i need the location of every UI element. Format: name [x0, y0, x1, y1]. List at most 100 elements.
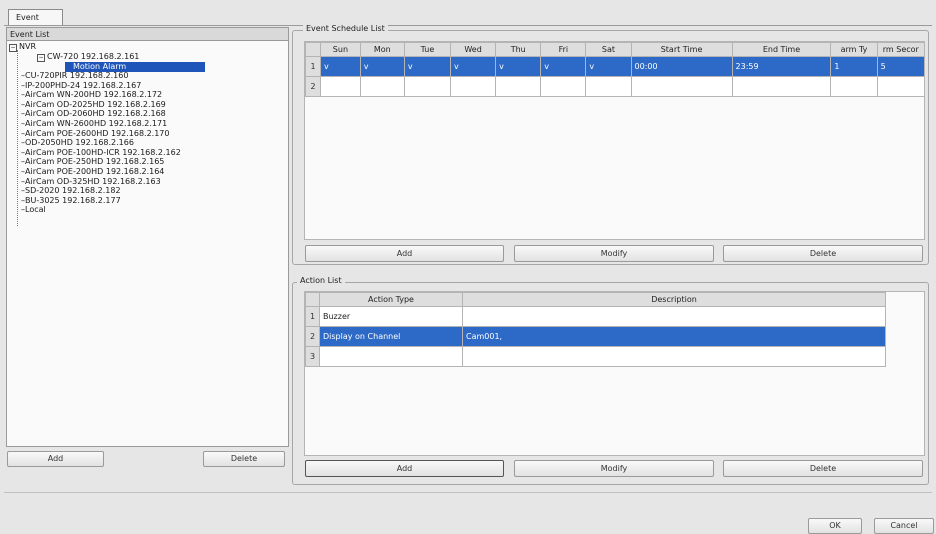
- tree-item-device[interactable]: –AirCam OD-2060HD 192.168.2.168: [21, 109, 166, 119]
- tree-item-device-label: Local: [25, 205, 46, 215]
- schedule-add-button[interactable]: Add: [305, 245, 504, 262]
- table-row[interactable]: 2: [304, 76, 926, 97]
- tab-divider: [4, 25, 932, 26]
- table-cell[interactable]: [462, 346, 886, 367]
- tree-item-device-label: AirCam POE-2600HD 192.168.2.170: [25, 128, 170, 138]
- tree-item-device-label: AirCam POE-200HD 192.168.2.164: [25, 167, 165, 176]
- column-header[interactable]: Fri: [540, 42, 587, 57]
- column-header[interactable]: Sat: [585, 42, 632, 57]
- cancel-button[interactable]: Cancel: [874, 518, 934, 534]
- tree-root-label: NVR: [19, 42, 37, 51]
- table-cell[interactable]: [319, 346, 463, 367]
- column-header[interactable]: Action Type: [319, 292, 463, 307]
- table-cell[interactable]: Cam001,: [462, 326, 886, 347]
- tree-item-device-label: AirCam WN-200HD 192.168.2.172: [25, 90, 163, 100]
- schedule-modify-button[interactable]: Modify: [514, 245, 714, 262]
- table-row[interactable]: 1 Buzzer: [305, 306, 886, 327]
- tree-item-device[interactable]: –AirCam OD-2025HD 192.168.2.169: [21, 100, 166, 110]
- action-add-button[interactable]: Add: [305, 460, 504, 477]
- table-cell[interactable]: Buzzer: [319, 306, 463, 327]
- row-number: 2: [305, 326, 320, 347]
- schedule-table: Sun Mon Tue Wed Thu Fri Sat Start Time End Time a…: [304, 42, 926, 97]
- schedule-delete-button[interactable]: Delete: [723, 245, 923, 262]
- table-cell[interactable]: v: [540, 56, 587, 77]
- tree-item-device[interactable]: –AirCam OD-325HD 192.168.2.163: [21, 177, 161, 187]
- row-number: 2: [304, 76, 322, 97]
- table-cell[interactable]: 23:59: [731, 56, 832, 77]
- tree-item-device[interactable]: –AirCam POE-250HD 192.168.2.165: [21, 157, 164, 167]
- event-list-header: Event List: [7, 28, 288, 41]
- table-cell[interactable]: [876, 76, 926, 97]
- table-cell[interactable]: [585, 76, 632, 97]
- action-table: Action Type Description 1 Buzzer 2 Display on…: [305, 292, 886, 367]
- row-number: 3: [305, 346, 320, 367]
- action-list-title: Action List: [297, 276, 345, 285]
- column-header[interactable]: Thu: [495, 42, 542, 57]
- tree-item-device[interactable]: –BU-3025 192.168.2.177: [21, 196, 121, 206]
- tree-item-device[interactable]: –OD-2050HD 192.168.2.166: [21, 138, 134, 148]
- row-number: 1: [304, 56, 322, 77]
- table-cell[interactable]: [731, 76, 832, 97]
- table-cell[interactable]: v: [495, 56, 542, 77]
- column-header[interactable]: Tue: [403, 42, 452, 57]
- table-cell[interactable]: v: [320, 56, 361, 77]
- table-row[interactable]: 2 Display on Channel Cam001,: [305, 326, 886, 347]
- tree-item-device[interactable]: –SD-2020 192.168.2.182: [21, 186, 121, 196]
- tree-item-device[interactable]: –CU-720PIR 192.168.2.160: [21, 71, 128, 81]
- tree-item-device[interactable]: –AirCam WN-2600HD 192.168.2.171: [21, 119, 167, 129]
- tree-item-device-label: OD-2050HD 192.168.2.166: [25, 138, 134, 148]
- column-header[interactable]: Start Time: [630, 42, 733, 57]
- tab-event[interactable]: Event: [8, 9, 63, 26]
- column-header[interactable]: Wed: [450, 42, 497, 57]
- column-header[interactable]: Mon: [359, 42, 405, 57]
- table-cell[interactable]: [495, 76, 542, 97]
- event-add-button[interactable]: Add: [7, 451, 104, 467]
- action-modify-button[interactable]: Modify: [514, 460, 714, 477]
- tree-item-device[interactable]: –AirCam WN-200HD 192.168.2.172: [21, 90, 162, 100]
- table-cell[interactable]: v: [450, 56, 497, 77]
- table-cell[interactable]: 00:00: [630, 56, 733, 77]
- column-header[interactable]: End Time: [731, 42, 832, 57]
- table-corner: [305, 292, 320, 307]
- tree-item-device[interactable]: –IP-200PHD-24 192.168.2.167: [21, 81, 141, 91]
- table-row[interactable]: 3: [305, 346, 886, 367]
- action-delete-button[interactable]: Delete: [723, 460, 923, 477]
- table-row[interactable]: 1 v v v v v v v 00:00 23:59 1 5: [304, 56, 926, 77]
- tree-item-device-label: BU-3025 192.168.2.177: [25, 195, 121, 205]
- table-cell[interactable]: [450, 76, 497, 97]
- tree-camera-label: CW-720 192.168.2.161: [47, 52, 140, 61]
- tree-item-device[interactable]: –AirCam POE-100HD-ICR 192.168.2.162: [21, 148, 181, 158]
- table-cell[interactable]: [403, 76, 452, 97]
- table-cell[interactable]: v: [585, 56, 632, 77]
- schedule-table-area: Sun Mon Tue Wed Thu Fri Sat Start Time End Time a…: [304, 41, 926, 240]
- tree-camera[interactable]: − CW-720 192.168.2.161: [37, 52, 139, 62]
- table-cell[interactable]: 1: [830, 56, 878, 77]
- table-cell[interactable]: 5: [876, 56, 926, 77]
- ok-button[interactable]: OK: [808, 518, 862, 534]
- column-header[interactable]: rm Secor: [876, 42, 926, 57]
- table-cell[interactable]: [462, 306, 886, 327]
- tree-item-device-label: SD-2020 192.168.2.182: [25, 186, 121, 196]
- tree-root[interactable]: − NVR: [9, 42, 36, 52]
- table-cell[interactable]: [830, 76, 878, 97]
- table-cell[interactable]: [630, 76, 733, 97]
- collapse-icon[interactable]: −: [37, 54, 45, 62]
- column-header[interactable]: Sun: [320, 42, 361, 57]
- event-delete-button[interactable]: Delete: [203, 451, 285, 467]
- column-header[interactable]: arm Ty: [830, 42, 878, 57]
- table-cell[interactable]: v: [403, 56, 452, 77]
- tree-item-device[interactable]: –Local: [21, 205, 46, 215]
- column-header[interactable]: Description: [462, 292, 886, 307]
- tree-item-device[interactable]: –AirCam POE-200HD 192.168.2.164: [21, 167, 164, 177]
- tree-item-device-label: AirCam POE-250HD 192.168.2.165: [25, 157, 165, 167]
- table-cell[interactable]: [359, 76, 405, 97]
- event-list-panel: Event List − NVR − CW-720 192.168.2.161 Mo…: [6, 27, 289, 447]
- device-list: –CU-720PIR 192.168.2.160 –IP-200PHD-24 19…: [7, 71, 288, 231]
- table-cell[interactable]: [540, 76, 587, 97]
- collapse-icon[interactable]: −: [9, 44, 17, 52]
- table-cell[interactable]: Display on Channel: [319, 326, 463, 347]
- table-cell[interactable]: [320, 76, 361, 97]
- table-cell[interactable]: v: [359, 56, 405, 77]
- event-schedule-title: Event Schedule List: [303, 24, 388, 33]
- tree-item-device[interactable]: –AirCam POE-2600HD 192.168.2.170: [21, 129, 169, 139]
